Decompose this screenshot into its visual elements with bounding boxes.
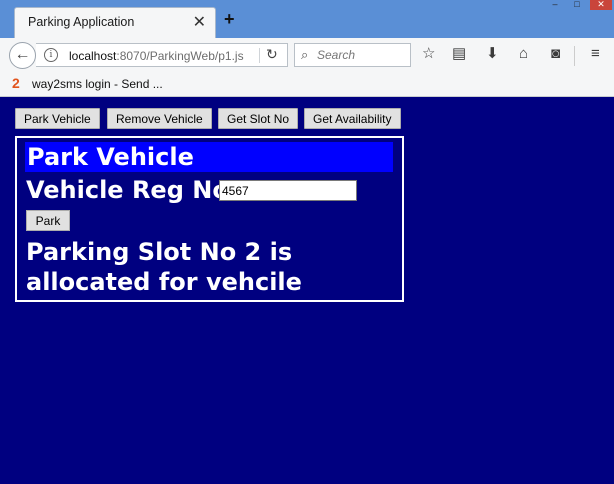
browser-tab[interactable]: Parking Application ✕	[14, 7, 216, 38]
url-bar[interactable]: i localhost:8070/ParkingWeb/p1.js ↻	[36, 43, 288, 67]
url-text: localhost:8070/ParkingWeb/p1.js	[69, 49, 244, 63]
url-host: localhost	[69, 49, 117, 63]
allocation-result-message: Parking Slot No 2 is allocated for vehci…	[26, 238, 302, 296]
close-window-icon[interactable]: ✕	[590, 0, 612, 10]
reload-icon[interactable]: ↻	[266, 46, 278, 63]
search-input[interactable]	[317, 47, 407, 63]
bookmark-label: way2sms login - Send ...	[32, 77, 163, 91]
home-icon[interactable]: ⌂	[519, 46, 528, 62]
bookmark-favicon-icon: 2	[12, 75, 20, 91]
vehicle-reg-input[interactable]	[219, 180, 357, 201]
url-path: :8070/ParkingWeb/p1.js	[116, 49, 244, 63]
hamburger-menu-icon[interactable]: ≡	[591, 46, 600, 62]
new-tab-icon[interactable]: +	[224, 9, 235, 30]
window-controls: – □ ✕	[542, 0, 614, 10]
vehicle-reg-label: Vehicle Reg No	[26, 176, 229, 204]
search-icon: ⌕	[301, 47, 309, 62]
close-tab-icon[interactable]: ✕	[193, 12, 206, 32]
park-vehicle-panel: Park Vehicle Vehicle Reg No Park Parking…	[15, 136, 404, 302]
url-divider	[259, 48, 260, 63]
park-vehicle-button[interactable]: Park Vehicle	[15, 108, 100, 129]
park-button[interactable]: Park	[26, 210, 70, 231]
tab-title: Parking Application	[28, 15, 135, 29]
page-content: Park Vehicle Remove Vehicle Get Slot No …	[0, 98, 614, 484]
get-slot-no-button[interactable]: Get Slot No	[218, 108, 299, 129]
minimize-icon[interactable]: –	[544, 0, 566, 10]
search-bar[interactable]: ⌕	[294, 43, 411, 67]
toolbar-separator	[574, 46, 575, 66]
info-icon[interactable]: i	[44, 48, 58, 62]
bookmarks-bar: 2 way2sms login - Send ...	[0, 72, 614, 97]
remove-vehicle-button[interactable]: Remove Vehicle	[107, 108, 212, 129]
back-arrow-icon[interactable]: ←	[9, 42, 36, 69]
browser-nav-bar: ← i localhost:8070/ParkingWeb/p1.js ↻ ⌕ …	[0, 38, 614, 72]
get-availability-button[interactable]: Get Availability	[304, 108, 401, 129]
pocket-icon[interactable]: ◙	[551, 46, 560, 62]
download-icon[interactable]: ⬇	[486, 46, 499, 62]
panel-header: Park Vehicle	[25, 142, 393, 172]
bookmark-star-icon[interactable]: ☆	[422, 46, 435, 62]
panel-title: Park Vehicle	[27, 143, 194, 171]
reading-list-icon[interactable]: ▤	[452, 46, 466, 62]
browser-title-bar: Parking Application ✕ + – □ ✕	[0, 0, 614, 38]
maximize-icon[interactable]: □	[566, 0, 588, 10]
